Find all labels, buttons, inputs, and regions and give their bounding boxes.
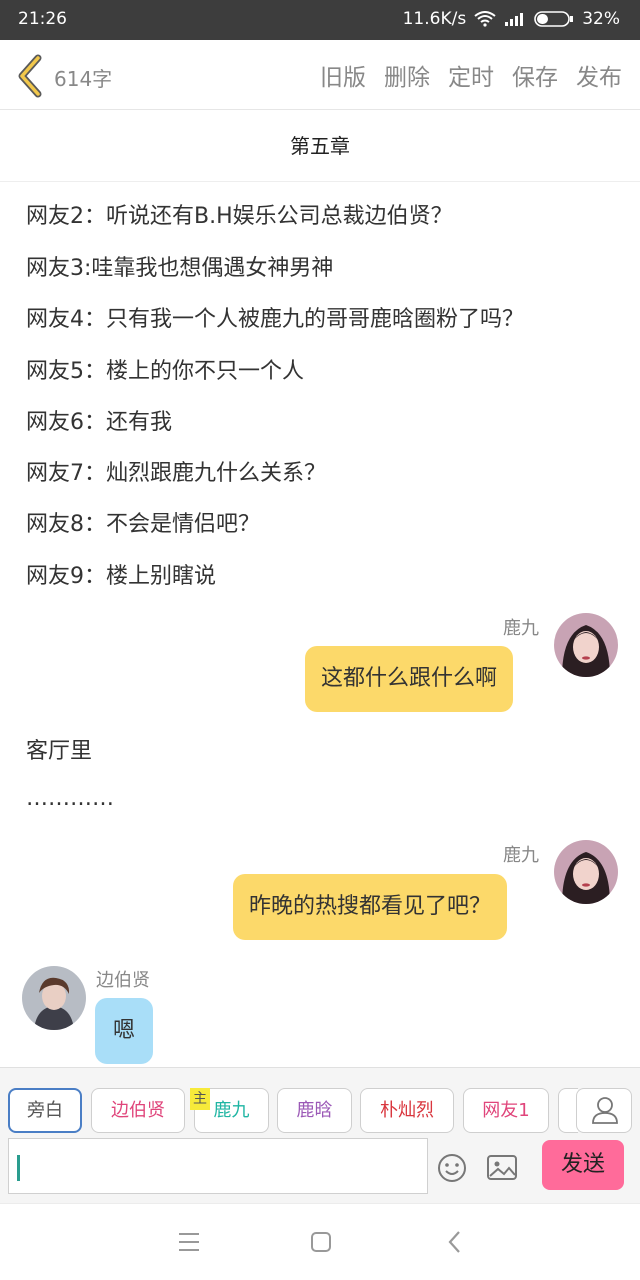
back-icon[interactable] — [442, 1228, 468, 1260]
speaker-name: 鹿九 — [503, 845, 539, 866]
old-version-button[interactable]: 旧版 — [320, 58, 366, 92]
role-chip-wangyou1[interactable]: 网友1 — [463, 1088, 549, 1133]
schedule-button[interactable]: 定时 — [448, 58, 494, 92]
narration-line[interactable]: ………… — [26, 786, 114, 811]
delete-button[interactable]: 删除 — [384, 58, 430, 92]
image-icon[interactable] — [486, 1153, 518, 1187]
role-chip-more[interactable] — [558, 1088, 578, 1133]
publish-button[interactable]: 发布 — [576, 58, 622, 92]
chapter-title[interactable]: 第五章 — [0, 110, 640, 182]
role-chip-piaocanlie[interactable]: 朴灿烈 — [360, 1088, 454, 1133]
save-button[interactable]: 保存 — [512, 58, 558, 92]
speaker-name: 边伯贤 — [96, 970, 150, 991]
role-chip-luhan[interactable]: 鹿晗 — [277, 1088, 352, 1133]
battery-icon — [534, 10, 574, 28]
word-count: 614字 — [54, 67, 113, 91]
narration-line[interactable]: 网友9：楼上别瞎说 — [26, 558, 216, 590]
role-chip-narrator[interactable]: 旁白 — [8, 1088, 82, 1133]
avatar-bianboxian[interactable] — [22, 966, 86, 1030]
signal-icon — [504, 11, 526, 27]
main-role-tag: 主 — [190, 1088, 210, 1110]
person-icon[interactable] — [576, 1088, 632, 1133]
avatar-lujiu[interactable] — [554, 613, 618, 677]
narration-line[interactable]: 客厅里 — [26, 733, 92, 765]
message-bubble[interactable]: 这都什么跟什么啊 — [305, 646, 514, 712]
narration-line[interactable]: 网友2：听说还有B.H娱乐公司总裁边伯贤？ — [26, 198, 453, 230]
narration-line[interactable]: 网友6：还有我 — [26, 404, 172, 436]
composer: 旁白 边伯贤 鹿九 鹿晗 朴灿烈 网友1 主 发送 — [0, 1067, 640, 1203]
home-icon[interactable] — [308, 1228, 334, 1260]
narration-line[interactable]: 网友8：不会是情侣吧？ — [26, 506, 260, 538]
role-selector: 旁白 边伯贤 鹿九 鹿晗 朴灿烈 网友1 — [8, 1088, 640, 1134]
emoji-icon[interactable] — [436, 1152, 468, 1188]
network-speed: 11.6K/s — [402, 9, 467, 29]
wifi-icon — [474, 11, 496, 27]
role-chip-bianboxian[interactable]: 边伯贤 — [91, 1088, 185, 1133]
message-bubble[interactable]: 嗯 — [95, 998, 153, 1064]
back-chevron-icon[interactable] — [14, 54, 46, 98]
send-button[interactable]: 发送 — [542, 1140, 624, 1190]
navigation-bar — [0, 1203, 640, 1280]
message-bubble[interactable]: 昨晚的热搜都看见了吧？ — [233, 874, 508, 940]
text-cursor — [17, 1155, 20, 1181]
battery-percent: 32% — [582, 9, 620, 29]
narration-line[interactable]: 网友4：只有我一个人被鹿九的哥哥鹿晗圈粉了吗？ — [26, 301, 524, 333]
top-bar: 614字 旧版 删除 定时 保存 发布 — [0, 40, 640, 110]
speaker-name: 鹿九 — [503, 618, 539, 639]
avatar-lujiu[interactable] — [554, 840, 618, 904]
narration-line[interactable]: 网友5：楼上的你不只一个人 — [26, 353, 304, 385]
menu-icon[interactable] — [176, 1228, 202, 1260]
message-input[interactable] — [8, 1138, 428, 1194]
narration-line[interactable]: 网友3:哇靠我也想偶遇女神男神 — [26, 250, 333, 282]
header-actions: 旧版 删除 定时 保存 发布 — [320, 58, 622, 92]
status-time: 21:26 — [18, 9, 67, 29]
status-bar: 21:26 11.6K/s 32% — [0, 0, 640, 40]
narration-line[interactable]: 网友7：灿烈跟鹿九什么关系？ — [26, 455, 326, 487]
